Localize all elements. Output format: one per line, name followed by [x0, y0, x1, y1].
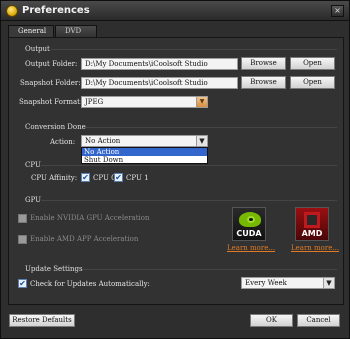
conversion-done-divider	[83, 127, 337, 128]
snapshot-browse-button[interactable]: Browse	[241, 76, 286, 89]
action-value: No Action	[85, 137, 121, 145]
action-dropdown-list: No Action Shut Down	[81, 147, 208, 164]
output-browse-button[interactable]: Browse	[241, 57, 286, 70]
amd-acceleration-checkbox[interactable]	[18, 235, 27, 244]
nvidia-acceleration-label: Enable NVIDIA GPU Acceleration	[30, 214, 150, 222]
check-updates-label: Check for Updates Automatically:	[30, 280, 150, 288]
action-label: Action:	[50, 138, 76, 146]
output-folder-label: Output Folder:	[25, 60, 78, 68]
dropdown-option-shut-down[interactable]: Shut Down	[82, 156, 207, 164]
amd-logo-text: AMD	[301, 229, 323, 238]
snapshot-format-value: JPEG	[85, 98, 104, 106]
amd-acceleration-label: Enable AMD APP Acceleration	[30, 235, 139, 243]
amd-logo: AMD	[295, 207, 329, 241]
nvidia-acceleration-checkbox[interactable]	[18, 214, 27, 223]
check-updates-checkbox[interactable]: ✔	[18, 279, 27, 288]
snapshot-folder-field[interactable]: D:\My Documents\iCoolsoft Studio	[81, 77, 238, 89]
tab-dvd[interactable]: DVD	[55, 25, 97, 37]
chevron-down-icon[interactable]: ▼	[323, 278, 334, 288]
cpu-divider	[41, 165, 337, 166]
conversion-done-section-label: Conversion Done	[25, 123, 86, 131]
app-icon	[6, 5, 18, 17]
gpu-divider	[41, 200, 337, 201]
update-settings-divider	[83, 269, 337, 270]
snapshot-open-button[interactable]: Open	[290, 76, 335, 89]
nvidia-cuda-logo: CUDA	[232, 207, 266, 241]
gpu-section-label: GPU	[25, 196, 42, 204]
output-divider	[51, 49, 337, 50]
amd-arrow-icon	[304, 212, 320, 228]
update-frequency-value: Every Week	[245, 279, 287, 287]
output-open-button[interactable]: Open	[290, 57, 335, 70]
cpu0-checkbox[interactable]: ✔	[81, 173, 90, 182]
preferences-window: Preferences × General DVD Output Output …	[0, 0, 350, 339]
tab-general[interactable]: General	[8, 25, 54, 37]
update-settings-section-label: Update Settings	[25, 265, 83, 273]
snapshot-folder-label: Snapshot Folder:	[20, 79, 81, 87]
snapshot-format-select[interactable]: JPEG ▼	[81, 96, 208, 108]
cpu1-label: CPU 1	[126, 174, 149, 182]
chevron-down-icon[interactable]: ▼	[196, 136, 207, 146]
cpu-affinity-label: CPU Affinity:	[31, 174, 78, 182]
cpu0-label: CPU 0	[93, 174, 116, 182]
cpu1-checkbox[interactable]: ✔	[114, 173, 123, 182]
output-folder-field[interactable]: D:\My Documents\iCoolsoft Studio	[81, 58, 238, 70]
action-select[interactable]: No Action ▼	[81, 135, 208, 147]
ok-button[interactable]: OK	[250, 314, 293, 327]
window-title: Preferences	[22, 5, 90, 16]
snapshot-format-label: Snapshot Format:	[19, 98, 83, 106]
title-bar[interactable]: Preferences ×	[1, 1, 349, 21]
update-frequency-select[interactable]: Every Week ▼	[241, 277, 335, 289]
nvidia-eye-icon	[239, 212, 261, 227]
cuda-logo-text: CUDA	[236, 229, 262, 238]
close-button[interactable]: ×	[331, 5, 344, 17]
cancel-button[interactable]: Cancel	[297, 314, 340, 327]
chevron-down-icon[interactable]: ▼	[196, 97, 207, 107]
restore-defaults-button[interactable]: Restore Defaults	[9, 314, 75, 327]
output-section-label: Output	[25, 45, 50, 53]
amd-learn-more-link[interactable]: Learn more...	[291, 244, 339, 252]
nvidia-learn-more-link[interactable]: Learn more...	[227, 244, 275, 252]
dropdown-option-no-action[interactable]: No Action	[82, 148, 207, 156]
cpu-section-label: CPU	[25, 161, 41, 169]
